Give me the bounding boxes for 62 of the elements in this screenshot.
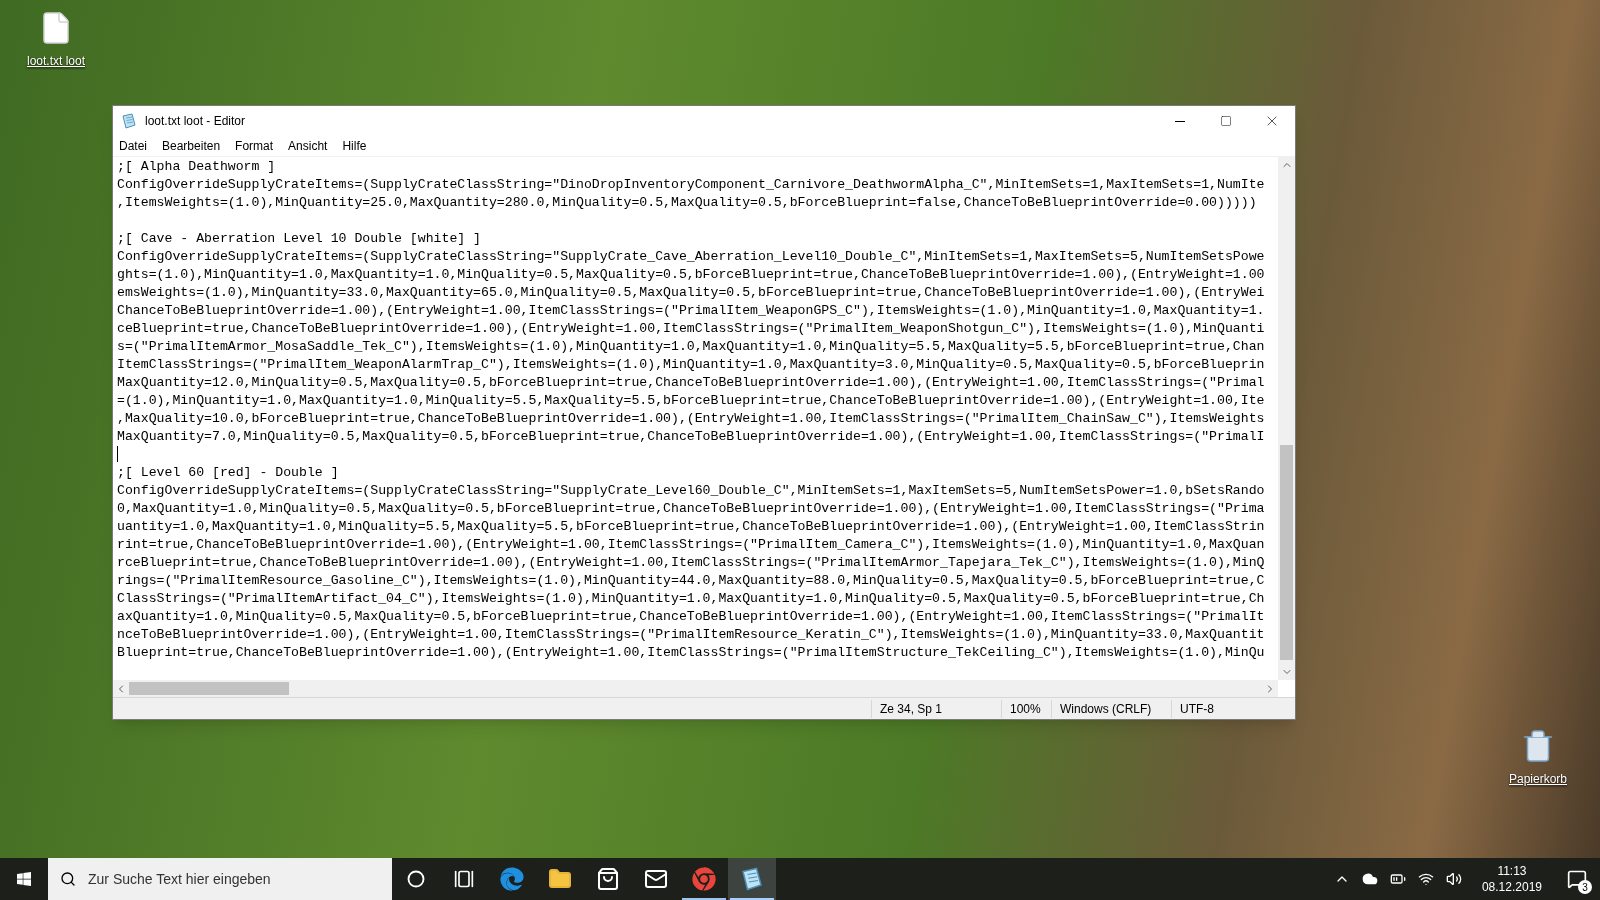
wifi-icon[interactable]	[1417, 871, 1434, 887]
text-line: ClassStrings=("PrimalItemArtifact_04_C"),ItemsWeights=(1.0),MinQuantity=1.0,MaxQuantity=1.0,MinQuality=0.5,MaxQuality=0.5,bForceBlueprint=true,Ch	[117, 590, 1265, 608]
cloud-icon[interactable]	[1361, 871, 1378, 887]
volume-icon[interactable]	[1445, 871, 1462, 887]
zoom-level: 100%	[1001, 699, 1051, 718]
text-line: ,ItemsWeights=(1.0),MinQuantity=25.0,MaxQuantity=280.0,MinQuality=0.5,MaxQuality=0.5,bForceBlueprint=false,ChanceToBeBlueprintOverride=0.00)))))	[117, 194, 1257, 212]
minimize-icon	[1175, 120, 1185, 122]
text-line: ceBlueprint=true,ChanceToBeBlueprintOverride=1.00),(EntryWeight=1.00,ItemClassStrings=("PrimalItem_WeaponShotgun_C"),ItemsWeights=(1.0),MinQuanti	[117, 320, 1265, 338]
window-title: loot.txt loot - Editor	[145, 113, 246, 130]
menu-item[interactable]: Bearbeiten	[162, 137, 221, 155]
text-line: uantity=1.0,MaxQuantity=1.0,MinQuality=5.5,MaxQuality=5.5,bForceBlueprint=true,ChanceToBeBlueprintOverride=1.00),(EntryWeight=1.00,ItemClassStrin	[117, 518, 1265, 536]
mail-icon	[644, 867, 668, 891]
chrome-icon	[692, 867, 716, 891]
cursor-position: Ze 34, Sp 1	[871, 699, 1001, 718]
search-field[interactable]: Zur Suche Text hier eingeben	[48, 858, 392, 900]
text-line: ,MaxQuality=10.0,bForceBlueprint=true,ChanceToBeBlueprintOverride=1.00),(EntryWeight=1.00,ItemClassStrings=("PrimalItem_ChainSaw_C"),ItemsWeights	[117, 410, 1265, 428]
folder-icon	[548, 867, 572, 891]
encoding: UTF-8	[1171, 699, 1271, 718]
desktop-icon-label[interactable]: loot.txt loot	[27, 52, 85, 70]
text-line: ItemClassStrings=("PrimalItem_WeaponAlarmTrap_C"),ItemsWeights=(1.0),MinQuantity=1.0,MaxQuantity=3.0,MinQuality=0.5,MaxQuality=0.5,bForceBlueprin	[117, 356, 1265, 374]
text-line: ChanceToBeBlueprintOverride=1.00),(EntryWeight=1.00,ItemClassStrings=("PrimalItem_WeaponGPS_C"),ItemsWeights=(1.0),MinQuantity=1.0,MaxQuantity=1.	[117, 302, 1265, 320]
windows-logo-icon	[16, 871, 32, 887]
taskbar-app-button[interactable]	[728, 858, 776, 900]
text-line: ghts=(1.0),MinQuantity=1.0,MaxQuantity=1.0,MinQuality=0.5,MaxQuality=0.5,bForceBlueprint=true,ChanceToBeBlueprintOverride=1.00),(EntryWeight=1.00	[117, 266, 1265, 284]
clock-time: 11:13	[1497, 863, 1527, 879]
menu-item[interactable]: Ansicht	[288, 137, 328, 155]
text-line: nceToBeBlueprintOverride=1.00),(EntryWeight=1.00,ItemClassStrings=("PrimalItemResource_Keratin_C"),ItemsWeights=(1.0),MinQuantity=33.0,MaxQuantit	[117, 626, 1265, 644]
search-input[interactable]: Zur Suche Text hier eingeben	[88, 868, 380, 890]
notepad-icon	[121, 113, 137, 129]
notepad-icon	[740, 867, 764, 891]
desktop-icon-label[interactable]: Papierkorb	[1509, 770, 1567, 788]
task-view-icon	[454, 869, 474, 889]
notification-badge: 3	[1578, 880, 1592, 894]
text-line: ;[ Cave - Aberration Level 10 Double [white] ]	[117, 230, 482, 248]
text-line: ConfigOverrideSupplyCrateItems=(SupplyCrateClassString="SupplyCrate_Cave_Aberration_Level10_Double_C",MinItemSets=1,MaxItemSets=5,NumItemSetsPowe	[117, 248, 1265, 266]
text-line: rint=true,ChanceToBeBlueprintOverride=1.00),(EntryWeight=1.00,ItemClassStrings=("PrimalItem_Camera_C"),ItemsWeights=(1.0),MinQuantity=1.0,MaxQuan	[117, 536, 1265, 554]
search-icon	[60, 871, 76, 887]
text-line: emsWeights=(1.0),MinQuantity=33.0,MaxQuantity=65.0,MinQuality=0.5,MaxQuality=0.5,bForceBlueprint=true,ChanceToBeBlueprintOverride=1.00),(EntryWei	[117, 284, 1265, 302]
clock-date: 08.12.2019	[1481, 879, 1542, 895]
text-line: ConfigOverrideSupplyCrateItems=(SupplyCrateClassString="SupplyCrate_Level60_Double_C",MinItemSets=1,MaxItemSets=5,NumItemSetsPower=1.0,bSetsRando	[117, 482, 1265, 500]
text-line: ConfigOverrideSupplyCrateItems=(SupplyCrateClassString="DinoDropInventoryComponent_Carnivore_DeathwormAlpha_C",MinItemSets=1,MaxItemSets=1,NumIte	[117, 176, 1265, 194]
text-line: s=("PrimalItemArmor_MosaSaddle_Tek_C"),ItemsWeights=(1.0),MinQuantity=1.0,MaxQuantity=1.0,MinQuality=5.5,MaxQuality=5.5,bForceBlueprint=true,Chan	[117, 338, 1265, 356]
text-line: axQuantity=1.0,MinQuality=0.5,MaxQuality=0.5,bForceBlueprint=true,ChanceToBeBlueprintOverride=1.00),(EntryWeight=1.00,ItemClassStrings=("PrimalIt	[117, 608, 1265, 626]
text-line: MaxQuantity=12.0,MinQuality=0.5,MaxQuality=0.5,bForceBlueprint=true,ChanceToBeBlueprintOverride=1.00),(EntryWeight=1.00,ItemClassStrings=("Primal	[117, 374, 1265, 392]
text-line: rceBlueprint=true,ChanceToBeBlueprintOverride=1.00),(EntryWeight=1.00,ItemClassStrings=("PrimalItemArmor_Tapejara_Tek_C"),ItemsWeights=(1.0),MinQ	[117, 554, 1265, 572]
text-line: ;[ Alpha Deathworm ]	[117, 158, 276, 176]
text-line: rings=("PrimalItemResource_Gasoline_C"),ItemsWeights=(1.0),MinQuantity=44.0,MaxQuantity=88.0,MinQuality=0.5,MaxQuality=0.5,bForceBlueprint=true,C	[117, 572, 1265, 590]
menu-item[interactable]: Format	[235, 137, 274, 155]
line-ending: Windows (CRLF)	[1051, 699, 1171, 718]
circle-icon	[407, 870, 425, 888]
text-line: =(1.0),MinQuantity=1.0,MaxQuantity=1.0,MinQuality=5.5,MaxQuality=5.5,bForceBlueprint=true,ChanceToBeBlueprintOverride=1.00),(EntryWeight=1.00,Ite	[117, 392, 1265, 410]
text-line: 0,MaxQuantity=1.0,MinQuality=0.5,MaxQuality=0.5,bForceBlueprint=true,ChanceToBeBlueprintOverride=1.00),(EntryWeight=1.00,ItemClassStrings=("Prima	[117, 500, 1265, 518]
battery-icon[interactable]	[1389, 871, 1406, 887]
shopping-bag-icon	[596, 867, 620, 891]
text-line: Blueprint=true,ChanceToBeBlueprintOverride=1.00),(EntryWeight=1.00,ItemClassStrings=("PrimalItemStructure_TekCeiling_C"),ItemsWeights=(1.0),MinQu	[117, 644, 1265, 662]
text-line: MaxQuantity=7.0,MinQuality=0.5,MaxQuality=0.5,bForceBlueprint=true,ChanceToBeBlueprintOverride=1.00),(EntryWeight=1.00,ItemClassStrings=("PrimalI	[117, 428, 1265, 446]
browser-icon	[500, 867, 524, 891]
menu-item[interactable]: Datei	[119, 137, 147, 155]
maximize-icon	[1220, 115, 1232, 127]
clock[interactable]: 11:13 08.12.2019	[1473, 863, 1550, 895]
text-line: ;[ Level 60 [red] - Double ]	[117, 464, 339, 482]
menu-item[interactable]: Hilfe	[342, 137, 367, 155]
